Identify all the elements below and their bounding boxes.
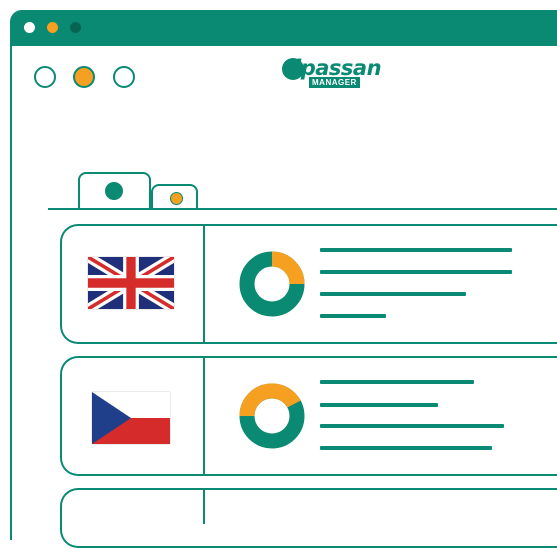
progress-donut-1: [238, 250, 306, 318]
control-circle-2[interactable]: [73, 66, 95, 88]
titlebar-dot-orange[interactable]: [47, 22, 58, 33]
text-line: [320, 403, 438, 407]
progress-donut-2: [238, 382, 306, 450]
text-line: [320, 424, 504, 428]
tab-2[interactable]: [151, 184, 198, 210]
text-line: [320, 380, 474, 384]
text-line: [320, 292, 466, 296]
titlebar-dot-white[interactable]: [24, 22, 35, 33]
titlebar-dot-dark[interactable]: [70, 22, 81, 33]
ipassan-logo: ipassan MANAGER: [280, 56, 382, 92]
row-divider: [203, 356, 205, 476]
tab-baseline: [48, 208, 557, 210]
row-divider: [203, 488, 205, 524]
row-divider: [203, 224, 205, 344]
text-line: [320, 248, 512, 252]
text-line: [320, 314, 386, 318]
tab-2-indicator-icon: [170, 192, 183, 205]
text-line: [320, 270, 512, 274]
uk-flag-icon: [85, 252, 177, 314]
title-bar: [10, 10, 557, 46]
tab-1[interactable]: [78, 172, 151, 210]
czech-flag-icon: [92, 392, 170, 444]
tab-1-indicator-icon: [105, 182, 123, 200]
text-line: [320, 446, 492, 450]
control-circle-3[interactable]: [113, 66, 135, 88]
logo-subtext: MANAGER: [309, 77, 360, 88]
language-row-3[interactable]: [60, 488, 557, 548]
control-circle-1[interactable]: [34, 66, 56, 88]
